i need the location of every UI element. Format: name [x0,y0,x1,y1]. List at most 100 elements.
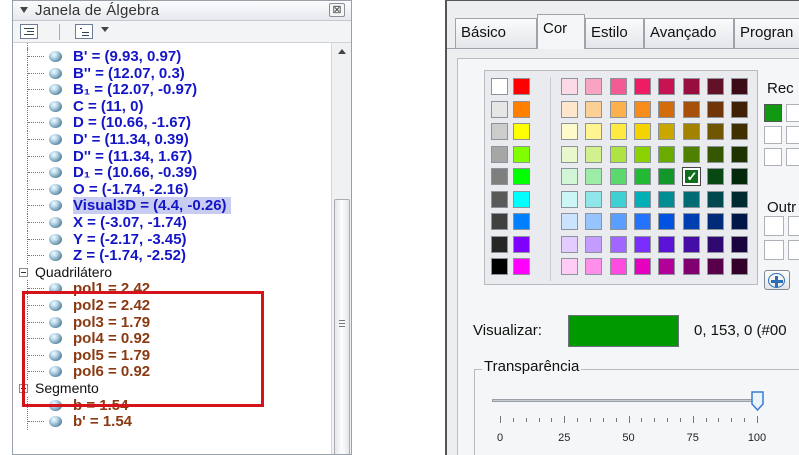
tree-object-row[interactable]: pol1 = 2.42 [13,280,331,298]
tree-object-row[interactable]: Visual3D = (4.4, -0.26) [13,197,331,215]
color-swatch[interactable] [609,213,627,230]
color-swatch[interactable] [513,123,530,140]
color-swatch[interactable] [491,100,508,118]
collapse-triangle-icon[interactable] [20,7,28,13]
color-swatch[interactable] [561,258,578,275]
recent-color-slot[interactable] [786,148,799,166]
color-swatch[interactable] [731,235,749,253]
color-swatch[interactable] [658,168,676,185]
color-swatch[interactable] [561,78,578,95]
tree-object-row[interactable]: pol6 = 0.92 [13,363,331,381]
color-swatch[interactable] [658,235,676,253]
tree-object-row[interactable]: O = (-1.74, -2.16) [13,180,331,198]
color-swatch[interactable] [513,145,530,163]
color-swatch[interactable] [658,78,676,95]
visibility-toggle-icon[interactable] [49,250,62,262]
custom-color-slot[interactable] [788,216,799,236]
color-swatch[interactable] [706,123,724,140]
color-swatch[interactable] [682,100,700,118]
tree-object-row[interactable]: Y = (-2.17, -3.45) [13,230,331,248]
color-swatch[interactable] [706,78,724,95]
tree-object-row[interactable]: pol3 = 1.79 [13,313,331,331]
tree-object-row[interactable]: b = 1.54 [13,396,331,414]
visibility-toggle-icon[interactable] [49,217,62,228]
tab-2[interactable]: Estilo [585,18,644,48]
color-swatch[interactable] [561,123,578,140]
tree-object-row[interactable]: pol2 = 2.42 [13,297,331,314]
visibility-toggle-icon[interactable] [49,67,62,79]
color-swatch[interactable] [706,258,724,275]
color-swatch[interactable] [513,78,530,95]
tree-object-row[interactable]: pol5 = 1.79 [13,346,331,364]
color-swatch[interactable] [585,190,603,208]
color-swatch[interactable] [658,100,676,118]
recent-color-slot[interactable] [764,148,782,166]
color-swatch[interactable] [731,123,749,140]
color-swatch[interactable] [706,168,724,185]
recent-color-slot[interactable] [786,126,799,144]
visibility-toggle-icon[interactable] [49,416,62,428]
color-swatch[interactable] [513,213,530,230]
color-swatch[interactable] [706,145,724,163]
color-swatch[interactable] [633,78,651,95]
tree-object-row[interactable]: X = (-3.07, -1.74) [13,214,331,231]
color-swatch[interactable] [491,123,508,140]
visibility-toggle-icon[interactable] [49,366,62,378]
color-swatch[interactable] [658,190,676,208]
color-swatch[interactable] [731,78,749,95]
visibility-toggle-icon[interactable] [49,167,62,179]
tree-object-row[interactable]: D' = (11.34, 0.39) [13,131,331,148]
visibility-toggle-icon[interactable] [49,100,62,112]
color-swatch[interactable] [491,213,508,230]
color-swatch[interactable] [491,168,508,185]
color-swatch[interactable] [682,145,700,163]
color-swatch[interactable] [682,258,700,275]
color-swatch[interactable] [731,190,749,208]
color-swatch[interactable] [585,235,603,253]
visibility-toggle-icon[interactable] [49,200,62,212]
color-swatch[interactable] [682,123,700,140]
color-swatch[interactable] [609,100,627,118]
color-swatch[interactable] [731,213,749,230]
visibility-toggle-icon[interactable] [49,233,62,245]
color-swatch[interactable] [585,145,603,163]
color-swatch[interactable] [633,190,651,208]
color-swatch[interactable] [491,235,508,253]
recent-color-slot[interactable] [764,104,782,122]
color-swatch[interactable] [585,123,603,140]
tree-object-row[interactable]: B₁ = (12.07, -0.97) [13,81,331,99]
color-swatch[interactable] [585,100,603,118]
color-swatch[interactable] [609,78,627,95]
color-swatch[interactable] [706,235,724,253]
tree-object-row[interactable]: D'' = (11.34, 1.67) [13,147,331,165]
visibility-toggle-icon[interactable] [49,316,62,328]
color-swatch[interactable] [682,213,700,230]
color-swatch[interactable] [491,258,508,275]
collapse-box-icon[interactable] [19,267,28,277]
visibility-toggle-icon[interactable] [49,51,62,62]
sort-objects-icon[interactable] [75,24,93,39]
tab-0[interactable]: Básico [455,18,537,48]
color-swatch[interactable] [731,258,749,275]
visibility-toggle-icon[interactable] [49,300,62,311]
transparency-slider-thumb[interactable] [751,391,764,411]
scroll-up-arrow-icon[interactable] [338,49,346,54]
scrollbar-thumb[interactable] [334,199,350,454]
color-swatch[interactable] [561,190,578,208]
color-swatch[interactable] [633,168,651,185]
tree-object-row[interactable]: B' = (9.93, 0.97) [13,48,331,65]
visibility-toggle-icon[interactable] [49,333,62,345]
visibility-toggle-icon[interactable] [49,399,62,411]
color-swatch[interactable] [609,123,627,140]
color-swatch[interactable] [561,235,578,253]
color-swatch[interactable] [513,100,530,118]
recent-color-slot[interactable] [764,126,782,144]
color-swatch[interactable] [706,100,724,118]
color-swatch[interactable] [658,123,676,140]
color-swatch[interactable] [491,78,508,95]
close-view-button[interactable]: ⊠ [329,3,345,17]
color-swatch[interactable] [706,190,724,208]
recent-color-slot[interactable] [786,104,799,122]
custom-color-slot[interactable] [764,240,784,260]
tree-group-header[interactable]: Segmento [13,380,331,397]
